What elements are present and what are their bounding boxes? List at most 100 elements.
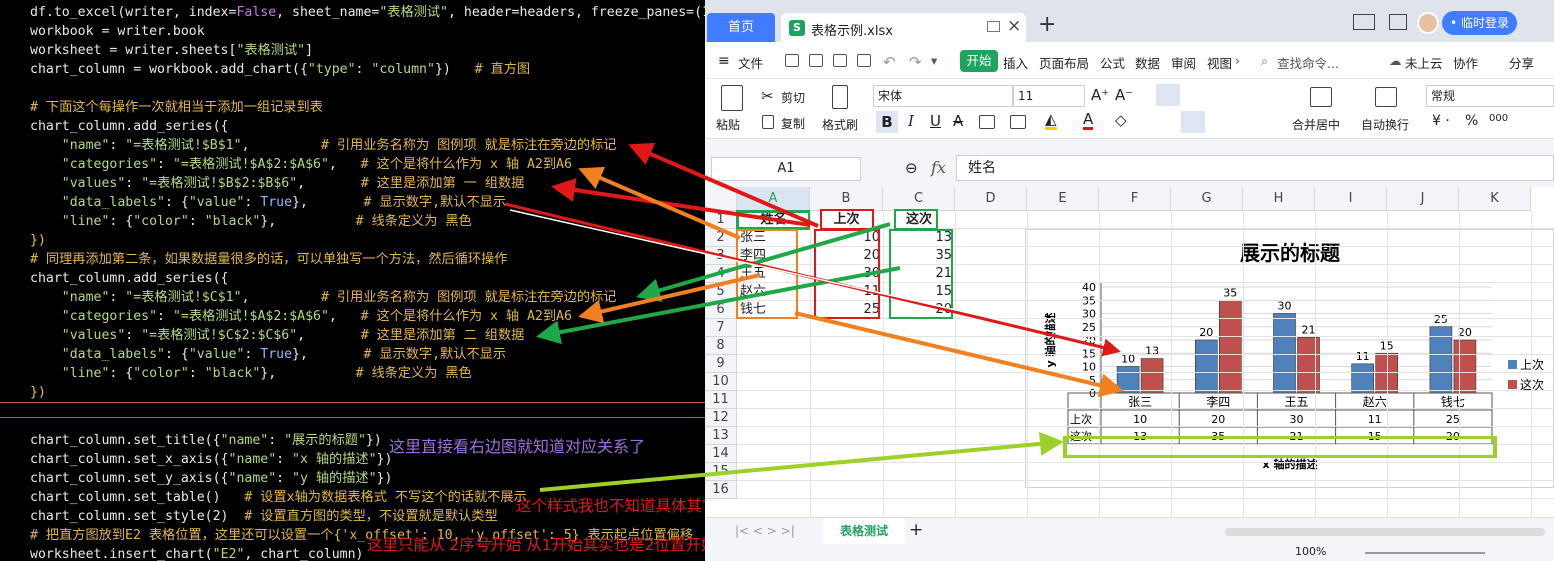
sheet-tab[interactable]: 表格测试 bbox=[823, 518, 905, 544]
share-button[interactable]: 分享 bbox=[1509, 53, 1534, 72]
more-tabs-icon[interactable]: › bbox=[1235, 53, 1240, 68]
data-cell[interactable]: 21 bbox=[886, 265, 952, 283]
print-icon[interactable] bbox=[833, 54, 847, 67]
italic-button[interactable]: I bbox=[908, 112, 914, 130]
temp-login-button[interactable]: • 临时登录 bbox=[1442, 11, 1517, 35]
sheet-grid[interactable]: 展示的标题05101520253035401020301125133521152… bbox=[705, 187, 1554, 517]
save-icon[interactable] bbox=[785, 54, 799, 67]
paste-icon[interactable] bbox=[721, 85, 743, 111]
collab-button[interactable]: 协作 bbox=[1453, 53, 1478, 72]
row-header[interactable]: 16 bbox=[705, 481, 737, 499]
layout-icon[interactable] bbox=[1353, 14, 1375, 30]
data-cell[interactable]: 13 bbox=[886, 229, 952, 247]
row-header[interactable]: 12 bbox=[705, 409, 737, 427]
header-cell[interactable]: 上次 bbox=[813, 211, 880, 229]
data-cell[interactable]: 10 bbox=[813, 229, 880, 247]
search-icon[interactable]: ⌕ bbox=[1261, 53, 1268, 69]
font-shrink-icon[interactable]: A⁻ bbox=[1115, 86, 1133, 104]
column-header[interactable]: J bbox=[1387, 187, 1459, 211]
menu-formula[interactable]: 公式 bbox=[1100, 53, 1125, 72]
menu-data[interactable]: 数据 bbox=[1135, 53, 1160, 72]
data-cell[interactable]: 15 bbox=[886, 283, 952, 301]
column-header[interactable]: A bbox=[737, 187, 810, 211]
data-cell[interactable]: 20 bbox=[813, 247, 880, 265]
currency-icon[interactable]: ¥ · bbox=[1432, 113, 1450, 129]
cut-button[interactable]: 剪切 bbox=[781, 89, 805, 106]
sheet-nav-arrows[interactable]: |< < > >| bbox=[735, 524, 795, 538]
column-header[interactable]: K bbox=[1459, 187, 1531, 211]
bold-button[interactable]: B bbox=[876, 111, 898, 133]
zoom-slider[interactable] bbox=[1365, 552, 1485, 554]
window-restore-icon[interactable] bbox=[987, 21, 1000, 32]
font-grow-icon[interactable]: A⁺ bbox=[1091, 86, 1109, 104]
cell-style-icon[interactable] bbox=[1010, 115, 1026, 129]
row-header[interactable]: 10 bbox=[705, 373, 737, 391]
hamburger-icon[interactable]: ≡ bbox=[718, 53, 730, 69]
home-tab[interactable]: 首页 bbox=[707, 13, 775, 42]
menu-view[interactable]: 视图 bbox=[1207, 53, 1232, 72]
add-sheet-icon[interactable]: + bbox=[909, 520, 923, 540]
print-preview-icon[interactable] bbox=[857, 54, 871, 67]
menu-review[interactable]: 审阅 bbox=[1171, 53, 1196, 72]
align-center-icon[interactable] bbox=[1181, 111, 1205, 133]
clear-format-icon[interactable]: ◇ bbox=[1115, 111, 1127, 129]
data-cell[interactable]: 王五 bbox=[740, 265, 807, 283]
wrap-text-button[interactable]: 自动换行 bbox=[1361, 116, 1409, 133]
column-header[interactable]: D bbox=[955, 187, 1027, 211]
copy-button[interactable]: 复制 bbox=[781, 115, 805, 132]
format-painter-icon[interactable] bbox=[832, 85, 848, 109]
thousands-icon[interactable]: 000 bbox=[1489, 113, 1508, 124]
more-quick-icon[interactable]: ▾ bbox=[931, 53, 937, 68]
row-header[interactable]: 3 bbox=[705, 247, 737, 265]
row-header[interactable]: 5 bbox=[705, 283, 737, 301]
new-tab-icon[interactable]: + bbox=[1038, 12, 1056, 37]
formula-input[interactable]: 姓名 bbox=[956, 155, 1554, 181]
data-cell[interactable]: 20 bbox=[886, 301, 952, 319]
underline-button[interactable]: U bbox=[930, 112, 941, 130]
number-format-select[interactable]: 常规 bbox=[1426, 85, 1554, 107]
select-all-corner[interactable] bbox=[705, 187, 737, 211]
code-editor[interactable]: df.to_excel(writer, index=False, sheet_n… bbox=[0, 0, 705, 561]
font-color-icon[interactable]: A bbox=[1083, 111, 1094, 130]
row-header[interactable]: 7 bbox=[705, 319, 737, 337]
row-header[interactable]: 15 bbox=[705, 463, 737, 481]
data-cell[interactable]: 30 bbox=[813, 265, 880, 283]
row-header[interactable]: 14 bbox=[705, 445, 737, 463]
format-painter-button[interactable]: 格式刷 bbox=[822, 116, 858, 133]
zoom-formula-icon[interactable]: ⊖ bbox=[905, 159, 918, 177]
column-header[interactable]: F bbox=[1099, 187, 1171, 211]
data-cell[interactable]: 35 bbox=[886, 247, 952, 265]
avatar[interactable] bbox=[1417, 12, 1439, 34]
row-header[interactable]: 8 bbox=[705, 337, 737, 355]
row-header[interactable]: 9 bbox=[705, 355, 737, 373]
apps-grid-icon[interactable] bbox=[1389, 14, 1407, 30]
redo-icon[interactable]: ↷ bbox=[909, 53, 922, 71]
column-header[interactable]: E bbox=[1027, 187, 1099, 211]
merge-center-icon[interactable] bbox=[1310, 87, 1332, 107]
column-header[interactable]: G bbox=[1171, 187, 1243, 211]
data-cell[interactable]: 赵六 bbox=[740, 283, 807, 301]
data-cell[interactable]: 钱七 bbox=[740, 301, 807, 319]
data-cell[interactable]: 25 bbox=[813, 301, 880, 319]
column-header[interactable]: C bbox=[883, 187, 955, 211]
percent-icon[interactable]: % bbox=[1465, 113, 1478, 129]
copy-icon[interactable] bbox=[762, 115, 774, 129]
name-box[interactable]: A1 bbox=[711, 157, 861, 181]
data-cell[interactable]: 张三 bbox=[740, 229, 807, 247]
row-header[interactable]: 11 bbox=[705, 391, 737, 409]
row-header[interactable]: 1 bbox=[705, 211, 737, 229]
fill-color-icon[interactable]: ◭ bbox=[1045, 111, 1057, 130]
menu-file[interactable]: 文件 bbox=[738, 53, 763, 72]
column-header[interactable]: B bbox=[810, 187, 883, 211]
column-header[interactable]: I bbox=[1315, 187, 1387, 211]
close-tab-icon[interactable]: × bbox=[1007, 16, 1021, 36]
file-tab[interactable]: S 表格示例.xlsx × bbox=[781, 13, 1026, 42]
align-top-icon[interactable] bbox=[1156, 84, 1180, 106]
header-cell[interactable]: 这次 bbox=[886, 211, 952, 229]
strikethrough-icon[interactable]: A bbox=[953, 112, 963, 130]
row-header[interactable]: 13 bbox=[705, 427, 737, 445]
undo-icon[interactable]: ↶ bbox=[883, 53, 896, 71]
row-header[interactable]: 4 bbox=[705, 265, 737, 283]
menu-start[interactable]: 开始 bbox=[960, 50, 998, 72]
cut-icon[interactable]: ✂ bbox=[761, 87, 774, 105]
